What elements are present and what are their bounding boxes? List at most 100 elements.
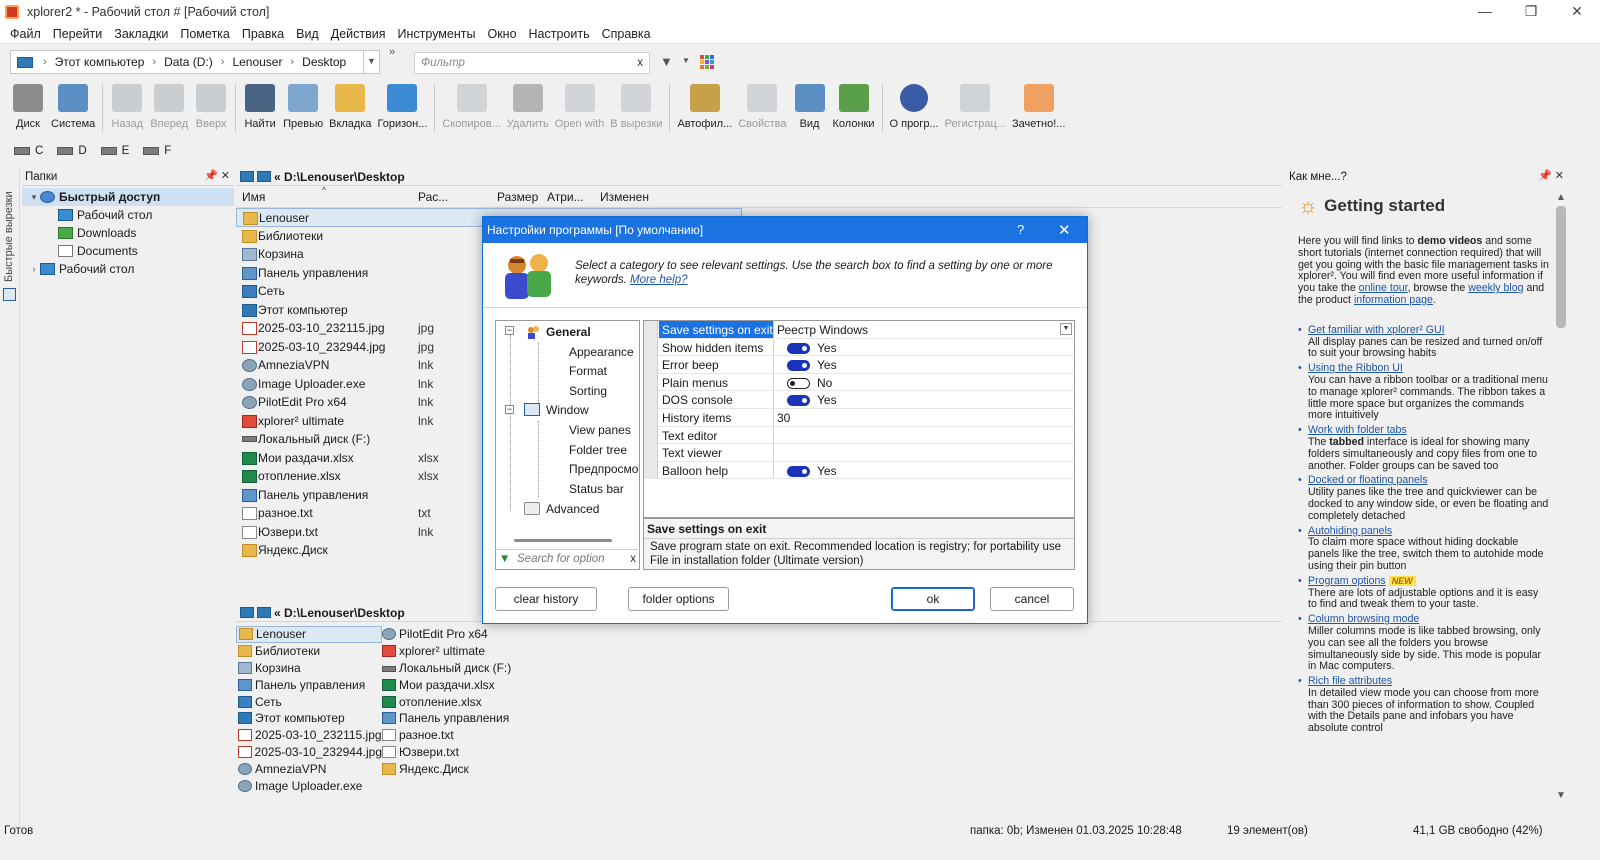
breadcrumb-data-d[interactable]: Data (D:) bbox=[160, 55, 217, 69]
list-item[interactable]: Библиотеки bbox=[236, 643, 382, 660]
column-attr[interactable]: Атри... bbox=[547, 190, 584, 204]
category-sorting[interactable]: Sorting bbox=[569, 384, 607, 398]
category-format[interactable]: Format bbox=[569, 364, 607, 378]
expand-chevron-icon[interactable]: ▾ bbox=[28, 192, 40, 203]
toolbar-button-16[interactable]: Колонки bbox=[830, 80, 878, 136]
toolbar-button-12[interactable]: В вырезки bbox=[607, 80, 665, 136]
toolbar-button-14[interactable]: Свойства bbox=[735, 80, 789, 136]
list-item[interactable]: Lenouser bbox=[236, 626, 382, 643]
list-item[interactable]: Мои раздачи.xlsx bbox=[380, 676, 526, 693]
tree-item[interactable]: Downloads bbox=[22, 224, 234, 242]
menu-item-0[interactable]: Файл bbox=[4, 27, 47, 41]
weekly-blog-link[interactable]: weekly blog bbox=[1468, 282, 1523, 294]
breadcrumb-desktop[interactable]: Desktop bbox=[298, 55, 350, 69]
toggle-switch[interactable] bbox=[787, 360, 810, 372]
filter-funnel-icon[interactable]: ▼ bbox=[660, 54, 673, 69]
filter-dropdown-icon[interactable]: ▼ bbox=[682, 56, 690, 65]
list-item[interactable]: Юзвери.txt bbox=[380, 744, 526, 761]
expand-chevron-icon[interactable]: › bbox=[28, 264, 40, 274]
option-row[interactable]: Text editor bbox=[644, 426, 1074, 445]
list-item[interactable]: Сеть bbox=[236, 693, 382, 710]
tree-item[interactable]: › Рабочий стол bbox=[22, 260, 234, 278]
toolbar-button-18[interactable]: Регистрац... bbox=[942, 80, 1009, 136]
pin-icon[interactable]: 📌 bbox=[204, 170, 218, 182]
tree-item[interactable]: Documents bbox=[22, 242, 234, 260]
menu-item-3[interactable]: Пометка bbox=[174, 27, 236, 41]
toolbar-button-13[interactable]: Автофил... bbox=[674, 80, 735, 136]
scroll-up-icon[interactable]: ▲ bbox=[1556, 192, 1566, 203]
option-row[interactable]: History items 30 bbox=[644, 409, 1074, 427]
chevron-more-icon[interactable]: » bbox=[389, 46, 395, 58]
toolbar-button-17[interactable]: О прогр... bbox=[887, 80, 942, 136]
list-item[interactable]: Корзина bbox=[236, 660, 382, 677]
toolbar-button-19[interactable]: Зачетно!... bbox=[1009, 80, 1068, 136]
option-row[interactable]: Error beep Yes bbox=[644, 356, 1074, 374]
dialog-help-button[interactable]: ? bbox=[1017, 222, 1024, 237]
more-help-link[interactable]: More help? bbox=[630, 274, 688, 286]
color-grid-icon[interactable] bbox=[700, 55, 714, 69]
toolbar-button-1[interactable]: Система bbox=[48, 80, 98, 136]
toolbar-button-8[interactable]: Горизон... bbox=[375, 80, 431, 136]
toggle-switch[interactable] bbox=[787, 395, 810, 407]
toolbar-button-2[interactable]: Назад bbox=[107, 80, 147, 136]
toolbar-button-10[interactable]: Удалить bbox=[504, 80, 552, 136]
filter-input[interactable]: Фильтр x bbox=[414, 52, 650, 74]
ok-button[interactable]: ok bbox=[891, 587, 975, 611]
help-topic-link[interactable]: Autohiding panels bbox=[1308, 525, 1392, 537]
menu-item-9[interactable]: Настроить bbox=[523, 27, 596, 41]
menu-item-6[interactable]: Действия bbox=[325, 27, 392, 41]
list-item[interactable]: 2025-03-10_232944.jpg bbox=[236, 744, 382, 761]
list-item[interactable]: Яндекс.Диск bbox=[380, 760, 526, 777]
drive-e-button[interactable]: E bbox=[100, 145, 129, 157]
breadcrumb-lenouser[interactable]: Lenouser bbox=[228, 55, 286, 69]
pane-close-icon[interactable]: ✕ bbox=[221, 170, 230, 182]
option-value[interactable]: 30 bbox=[777, 411, 790, 425]
option-row[interactable]: Show hidden items Yes bbox=[644, 338, 1074, 357]
list-item[interactable]: отопление.xlsx bbox=[380, 693, 526, 710]
list-item[interactable]: Image Uploader.exe bbox=[236, 777, 382, 794]
menu-item-10[interactable]: Справка bbox=[596, 27, 657, 41]
category-appearance[interactable]: Appearance bbox=[569, 345, 634, 359]
toggle-switch[interactable] bbox=[787, 377, 810, 389]
option-row[interactable]: Save settings on exit Реестр Windows ▼ bbox=[644, 321, 1074, 339]
drive-c-button[interactable]: C bbox=[14, 145, 43, 157]
category-status-bar[interactable]: Status bar bbox=[569, 482, 624, 496]
category-advanced[interactable]: Advanced bbox=[546, 502, 599, 516]
chevron-down-icon[interactable]: ▼ bbox=[1060, 323, 1072, 335]
list-item[interactable]: 2025-03-10_232115.jpg bbox=[236, 727, 382, 744]
list-item[interactable]: Панель управления bbox=[380, 710, 526, 727]
scroll-down-icon[interactable]: ▼ bbox=[1556, 790, 1566, 801]
option-row[interactable]: DOS console Yes bbox=[644, 391, 1074, 409]
list-item[interactable]: разное.txt bbox=[380, 727, 526, 744]
maximize-button[interactable]: ❐ bbox=[1508, 0, 1554, 24]
category-general[interactable]: General bbox=[546, 325, 591, 339]
scrap-pane-icon[interactable] bbox=[3, 288, 16, 301]
menu-item-8[interactable]: Окно bbox=[481, 27, 522, 41]
search-option-input[interactable]: ▼ Search for option x bbox=[495, 549, 640, 570]
cancel-button[interactable]: cancel bbox=[990, 587, 1074, 611]
minimize-button[interactable]: — bbox=[1462, 0, 1508, 24]
online-tour-link[interactable]: online tour bbox=[1359, 282, 1408, 294]
option-row[interactable]: Text viewer bbox=[644, 444, 1074, 462]
menu-item-7[interactable]: Инструменты bbox=[392, 27, 482, 41]
toolbar-button-15[interactable]: Вид bbox=[790, 80, 830, 136]
collapse-general-icon[interactable]: − bbox=[505, 326, 514, 335]
category-scrollbar[interactable] bbox=[514, 539, 612, 542]
tree-item[interactable]: Рабочий стол bbox=[22, 206, 234, 224]
toggle-switch[interactable] bbox=[787, 342, 810, 354]
help-topic-link[interactable]: Using the Ribbon UI bbox=[1308, 362, 1403, 374]
quick-scraps-strip[interactable]: Быстрые вырезки bbox=[0, 168, 20, 842]
toggle-switch[interactable] bbox=[787, 465, 810, 477]
toolbar-button-11[interactable]: Open with bbox=[552, 80, 608, 136]
menu-item-4[interactable]: Правка bbox=[236, 27, 290, 41]
list-item[interactable]: xplorer² ultimate bbox=[380, 643, 526, 660]
breadcrumb-this-pc[interactable]: Этот компьютер bbox=[51, 55, 149, 69]
information-page-link[interactable]: information page bbox=[1354, 294, 1433, 306]
toolbar-button-5[interactable]: Найти bbox=[240, 80, 280, 136]
address-dropdown-button[interactable]: ▼ bbox=[363, 51, 379, 73]
drive-d-button[interactable]: D bbox=[57, 145, 87, 157]
column-name[interactable]: Имя bbox=[242, 190, 265, 204]
clear-history-button[interactable]: clear history bbox=[495, 587, 597, 611]
column-size[interactable]: Размер bbox=[497, 190, 538, 204]
help-topic-link[interactable]: Docked or floating panels bbox=[1308, 474, 1428, 486]
